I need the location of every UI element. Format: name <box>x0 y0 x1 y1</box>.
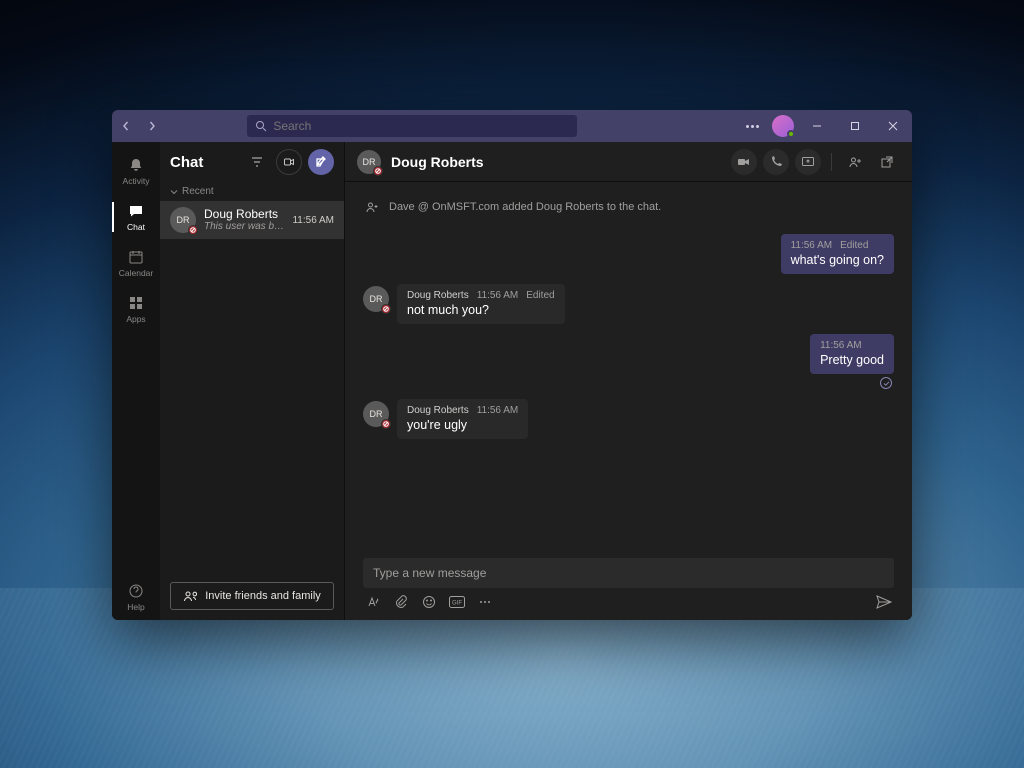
conversation-title: Doug Roberts <box>391 154 721 170</box>
nav-back-button[interactable] <box>116 116 136 136</box>
profile-button[interactable] <box>772 115 794 137</box>
rail-item-activity[interactable]: Activity <box>112 148 160 194</box>
app-rail: Activity Chat Calendar Apps <box>112 142 160 620</box>
rail-label: Apps <box>126 314 145 324</box>
message-list[interactable]: Dave @ OnMSFT.com added Doug Roberts to … <box>345 182 912 552</box>
chat-row[interactable]: DR Doug Roberts This user was blocked 11… <box>160 201 344 239</box>
send-button[interactable] <box>876 594 892 610</box>
message-time: 11:56 AM <box>820 340 862 351</box>
search-input[interactable] <box>273 119 569 133</box>
avatar: DR <box>357 150 381 174</box>
chat-icon <box>127 202 145 220</box>
attach-button[interactable] <box>393 594 409 610</box>
message-time: 11:56 AM <box>791 240 833 251</box>
apps-icon <box>127 294 145 312</box>
blocked-icon <box>373 166 383 176</box>
minimize-button[interactable] <box>802 110 832 142</box>
composer: Type a new message GIF <box>345 552 912 620</box>
rail-label: Help <box>127 602 144 612</box>
blocked-icon <box>381 304 391 314</box>
message-incoming[interactable]: DR Doug Roberts 11:56 AM Edited not much… <box>363 284 735 324</box>
separator <box>831 153 832 171</box>
message-text: what's going on? <box>791 253 884 267</box>
emoji-button[interactable] <box>421 594 437 610</box>
message-time: 11:56 AM <box>477 290 519 301</box>
message-time: 11:56 AM <box>477 405 519 416</box>
chat-list-header: Chat <box>160 142 344 182</box>
conversation-header: DR Doug Roberts <box>345 142 912 182</box>
presence-available-icon <box>787 130 795 138</box>
blocked-icon <box>381 419 391 429</box>
filter-button[interactable] <box>244 149 270 175</box>
avatar: DR <box>363 401 389 427</box>
rail-item-apps[interactable]: Apps <box>112 286 160 332</box>
rail-item-calendar[interactable]: Calendar <box>112 240 160 286</box>
system-message: Dave @ OnMSFT.com added Doug Roberts to … <box>363 198 894 216</box>
titlebar <box>112 110 912 142</box>
section-recent[interactable]: Recent <box>160 182 344 201</box>
person-add-icon <box>363 198 381 216</box>
blocked-icon <box>188 225 198 235</box>
message-text: you're ugly <box>407 418 518 432</box>
message-outgoing[interactable]: 11:56 AM Pretty good <box>810 334 894 374</box>
meet-now-button[interactable] <box>276 149 302 175</box>
people-icon <box>183 589 197 603</box>
add-people-button[interactable] <box>842 149 868 175</box>
close-button[interactable] <box>878 110 908 142</box>
popout-button[interactable] <box>874 149 900 175</box>
calendar-icon <box>127 248 145 266</box>
new-chat-button[interactable] <box>308 149 334 175</box>
gif-button[interactable]: GIF <box>449 594 465 610</box>
chat-list-title: Chat <box>170 154 238 171</box>
chat-row-preview: This user was blocked <box>204 221 284 233</box>
screen-share-button[interactable] <box>795 149 821 175</box>
compose-input[interactable]: Type a new message <box>363 558 894 588</box>
system-message-text: Dave @ OnMSFT.com added Doug Roberts to … <box>389 201 661 213</box>
avatar: DR <box>170 207 196 233</box>
rail-item-chat[interactable]: Chat <box>112 194 160 240</box>
more-menu-button[interactable] <box>742 125 764 128</box>
video-call-button[interactable] <box>731 149 757 175</box>
invite-button[interactable]: Invite friends and family <box>170 582 334 610</box>
message-text: Pretty good <box>820 353 884 367</box>
invite-label: Invite friends and family <box>205 590 321 602</box>
message-outgoing[interactable]: 11:56 AM Edited what's going on? <box>781 234 894 274</box>
search-icon <box>255 120 267 132</box>
rail-label: Chat <box>127 222 145 232</box>
chat-row-name: Doug Roberts <box>204 207 284 221</box>
message-incoming[interactable]: DR Doug Roberts 11:56 AM you're ugly <box>363 399 735 439</box>
maximize-button[interactable] <box>840 110 870 142</box>
message-sender: Doug Roberts <box>407 290 469 301</box>
chat-list-pane: Chat Recent DR <box>160 142 345 620</box>
audio-call-button[interactable] <box>763 149 789 175</box>
rail-item-help[interactable]: Help <box>112 574 160 620</box>
help-icon <box>127 582 145 600</box>
section-label-text: Recent <box>182 186 214 197</box>
format-button[interactable] <box>365 594 381 610</box>
message-text: not much you? <box>407 303 555 317</box>
nav-forward-button[interactable] <box>142 116 162 136</box>
message-edited-label: Edited <box>526 290 554 301</box>
message-edited-label: Edited <box>840 240 868 251</box>
message-sender: Doug Roberts <box>407 405 469 416</box>
chat-row-time: 11:56 AM <box>292 215 334 226</box>
search-box[interactable] <box>247 115 577 137</box>
app-window: Activity Chat Calendar Apps <box>112 110 912 620</box>
bell-icon <box>127 156 145 174</box>
rail-label: Activity <box>123 176 150 186</box>
read-receipt-icon <box>880 377 892 389</box>
avatar: DR <box>363 286 389 312</box>
chevron-down-icon <box>170 188 178 196</box>
more-compose-button[interactable] <box>477 594 493 610</box>
compose-placeholder: Type a new message <box>373 566 486 580</box>
svg-text:GIF: GIF <box>452 601 462 607</box>
conversation-pane: DR Doug Roberts <box>345 142 912 620</box>
rail-label: Calendar <box>119 268 154 278</box>
